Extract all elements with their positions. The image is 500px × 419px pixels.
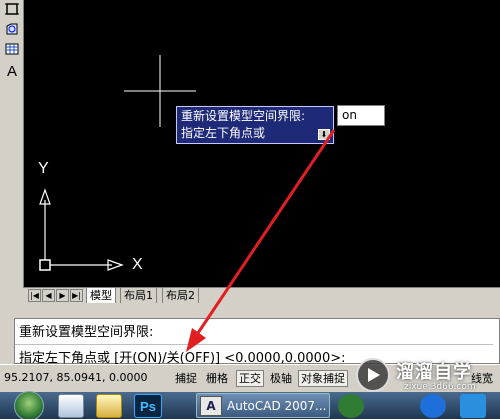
- next-tab-button[interactable]: ▶: [56, 289, 69, 302]
- watermark: 溜溜自学 zixue.3d66.com: [352, 354, 500, 416]
- explorer-icon[interactable]: [96, 394, 122, 418]
- ucs-x-label: X: [132, 256, 143, 273]
- osnap-toggle[interactable]: 对象捕捉: [298, 370, 348, 387]
- text-icon[interactable]: A: [3, 62, 21, 80]
- command-window-header: [0, 303, 500, 318]
- taskbar-app-label: AutoCAD 2007...: [227, 399, 327, 413]
- command-window-grip[interactable]: [0, 318, 14, 364]
- taskbar-autocad-button[interactable]: A AutoCAD 2007...: [196, 393, 330, 418]
- command-history-line: 重新设置模型空间界限:: [19, 325, 154, 340]
- shape-icon[interactable]: [3, 20, 21, 38]
- tab-layout2[interactable]: 布局2: [162, 288, 199, 304]
- first-tab-button[interactable]: |◀: [28, 289, 41, 302]
- coordinate-readout[interactable]: 95.2107, 85.0941, 0.0000: [4, 371, 147, 384]
- autocad-icon: A: [200, 396, 222, 416]
- table-icon[interactable]: [3, 40, 21, 58]
- ucs-y-label: Y: [38, 160, 49, 177]
- tab-model[interactable]: 模型: [86, 288, 116, 304]
- last-tab-button[interactable]: ▶|: [70, 289, 83, 302]
- ucs-icon: [39, 188, 124, 271]
- dynamic-input-field[interactable]: on: [337, 105, 385, 126]
- play-triangle-icon: [368, 368, 380, 382]
- layout-tabs-bar: |◀ ◀ ▶ ▶| 模型 布局1 布局2: [0, 287, 500, 304]
- watermark-text: 溜溜自学: [396, 362, 472, 383]
- block-icon[interactable]: [3, 0, 21, 18]
- prev-tab-button[interactable]: ◀: [42, 289, 55, 302]
- ortho-toggle[interactable]: 正交: [236, 370, 264, 387]
- tabs-left-strip: [0, 288, 24, 304]
- dynamic-input-prompt-line2: 指定左下角点或: [181, 126, 266, 140]
- polar-toggle[interactable]: 极轴: [267, 370, 295, 387]
- start-button[interactable]: [14, 391, 44, 419]
- dynamic-input-tooltip: 重新设置模型空间界限: 指定左下角点或 ⬇: [176, 106, 334, 144]
- dynamic-input-prompt-line1: 重新设置模型空间界限:: [181, 109, 306, 123]
- dropdown-arrow-icon[interactable]: ⬇: [318, 129, 330, 140]
- folder-icon[interactable]: [58, 394, 84, 418]
- grid-toggle[interactable]: 栅格: [203, 370, 231, 387]
- tab-layout1[interactable]: 布局1: [120, 288, 157, 304]
- snap-toggle[interactable]: 捕捉: [172, 370, 200, 387]
- watermark-url: zixue.3d66.com: [404, 382, 476, 392]
- draw-toolbar: A: [0, 0, 24, 290]
- photoshop-icon[interactable]: Ps: [134, 394, 162, 418]
